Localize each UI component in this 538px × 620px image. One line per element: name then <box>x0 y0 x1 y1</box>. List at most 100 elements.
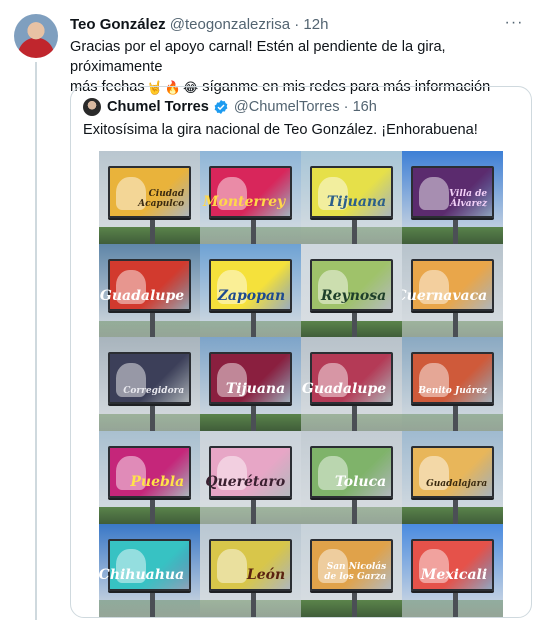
billboard-city-label: Zapopan <box>217 287 286 304</box>
tweet-header: Teo González @teogonzalezrisa · 12h <box>70 16 524 36</box>
billboard-photo-mosaic[interactable]: Ciudad Acapulco Monterrey Tijuana Villa de … <box>99 151 503 617</box>
billboard-pole <box>250 589 256 617</box>
billboard-city-label: Cuernavaca <box>402 287 488 304</box>
billboard-pole <box>149 589 155 617</box>
billboard-city-label: Guadalajara <box>426 478 488 489</box>
billboard-photo: Toluca <box>301 430 402 524</box>
billboard-panel: Benito Juárez <box>411 352 494 405</box>
more-horizontal-icon[interactable]: ··· <box>504 13 524 33</box>
billboard-photo: Corregidora <box>99 337 200 431</box>
billboard-panel: Ciudad Acapulco <box>108 165 191 219</box>
billboard-panel: Guadalajara <box>411 445 494 498</box>
billboard-pole <box>149 402 155 431</box>
billboard-city-label: Villa de Álvarez <box>449 189 488 210</box>
billboard-city-label: Guadalupe <box>99 287 185 304</box>
billboard-photo: Guadalupe <box>99 244 200 338</box>
billboard-pole <box>250 495 256 524</box>
quoted-avatar <box>83 98 101 116</box>
billboard-panel: Tijuana <box>209 352 292 405</box>
billboard-photo: San Nicolás de los Garza <box>301 523 402 617</box>
billboard-panel: Querétaro <box>205 445 292 498</box>
billboard-city-label: Guadalupe <box>301 380 387 397</box>
verified-badge-icon <box>214 100 228 114</box>
quoted-header: Chumel Torres @ChumelTorres · 16h <box>83 96 377 118</box>
billboard-city-label: Toluca <box>334 473 387 490</box>
billboard-photo: León <box>200 523 301 617</box>
billboard-city-label: Querétaro <box>205 473 286 490</box>
billboard-photo: Querétaro <box>200 430 301 524</box>
billboard-pole <box>250 402 256 431</box>
billboard-photo: Cuernavaca <box>402 244 503 338</box>
billboard-panel: Cuernavaca <box>402 259 494 312</box>
billboard-photo: Benito Juárez <box>402 337 503 431</box>
billboard-pole <box>149 309 155 338</box>
billboard-city-label: Chihuahua <box>99 567 185 584</box>
billboard-panel: San Nicolás de los Garza <box>310 538 393 591</box>
billboard-pole <box>452 216 458 245</box>
billboard-photo: Tijuana <box>200 337 301 431</box>
billboard-pole <box>452 589 458 617</box>
author-handle[interactable]: @teogonzalezrisa <box>170 16 290 33</box>
billboard-photo: Zapopan <box>200 244 301 338</box>
billboard-photo: Guadalajara <box>402 430 503 524</box>
billboard-panel: Puebla <box>108 445 191 498</box>
billboard-city-label: Tijuana <box>225 380 286 397</box>
billboard-panel: Reynosa <box>310 259 393 312</box>
billboard-photo: Chihuahua <box>99 523 200 617</box>
billboard-panel: Tijuana <box>310 165 393 219</box>
billboard-pole <box>250 309 256 338</box>
billboard-city-label: León <box>246 567 286 584</box>
billboard-city-label: San Nicolás de los Garza <box>324 562 387 583</box>
billboard-pole <box>149 495 155 524</box>
billboard-photo: Ciudad Acapulco <box>99 151 200 245</box>
billboard-panel: Guadalupe <box>302 352 393 405</box>
billboard-panel: Zapopan <box>209 259 292 312</box>
billboard-city-label: Benito Juárez <box>418 385 488 396</box>
billboard-panel: Guadalupe <box>100 259 191 312</box>
billboard-pole <box>351 589 357 617</box>
billboard-panel: Toluca <box>310 445 393 498</box>
billboard-pole <box>452 309 458 338</box>
billboard-photo: Puebla <box>99 430 200 524</box>
billboard-pole <box>149 216 155 245</box>
billboard-panel: Mexicali <box>411 538 494 591</box>
tweet-time[interactable]: 12h <box>303 16 328 33</box>
billboard-pole <box>250 216 256 245</box>
billboard-pole <box>351 216 357 245</box>
performer-silhouette <box>217 549 248 584</box>
billboard-panel: Villa de Álvarez <box>411 165 494 219</box>
billboard-city-label: Puebla <box>130 473 185 490</box>
billboard-city-label: Corregidora <box>123 385 185 396</box>
billboard-photo: Mexicali <box>402 523 503 617</box>
billboard-photo: Villa de Álvarez <box>402 151 503 245</box>
author-avatar[interactable] <box>14 14 58 58</box>
quoted-tweet[interactable]: Chumel Torres @ChumelTorres · 16h Exitos… <box>70 86 532 618</box>
quoted-dot-separator: · <box>339 99 353 115</box>
tweet[interactable]: Teo González @teogonzalezrisa · 12h ··· … <box>0 0 538 620</box>
billboard-photo: Tijuana <box>301 151 402 245</box>
billboard-pole <box>452 495 458 524</box>
billboard-city-label: Ciudad Acapulco <box>138 189 185 210</box>
quoted-time: 16h <box>352 99 377 115</box>
dot-separator: · <box>294 16 300 33</box>
author-name[interactable]: Teo González <box>70 16 166 33</box>
billboard-photo: Guadalupe <box>301 337 402 431</box>
billboard-city-label: Tijuana <box>326 194 387 211</box>
quoted-author-handle: @ChumelTorres <box>233 99 340 115</box>
billboard-panel: León <box>209 538 292 591</box>
billboard-panel: Corregidora <box>108 352 191 405</box>
billboard-city-label: Reynosa <box>321 287 387 304</box>
billboard-pole <box>351 309 357 338</box>
billboard-photo: Reynosa <box>301 244 402 338</box>
billboard-panel: Monterrey <box>203 165 292 219</box>
quoted-author-name: Chumel Torres <box>107 99 209 115</box>
billboard-panel: Chihuahua <box>99 538 191 591</box>
billboard-pole <box>452 402 458 431</box>
billboard-city-label: Mexicali <box>420 567 488 584</box>
billboard-photo: Monterrey <box>200 151 301 245</box>
quoted-text: Exitosísima la gira nacional de Teo Gonz… <box>83 122 478 138</box>
thread-line <box>35 62 37 620</box>
billboard-pole <box>351 402 357 431</box>
tweet-text-line1: Gracias por el apoyo carnal! Estén al pe… <box>70 39 446 75</box>
billboard-city-label: Monterrey <box>202 194 286 211</box>
